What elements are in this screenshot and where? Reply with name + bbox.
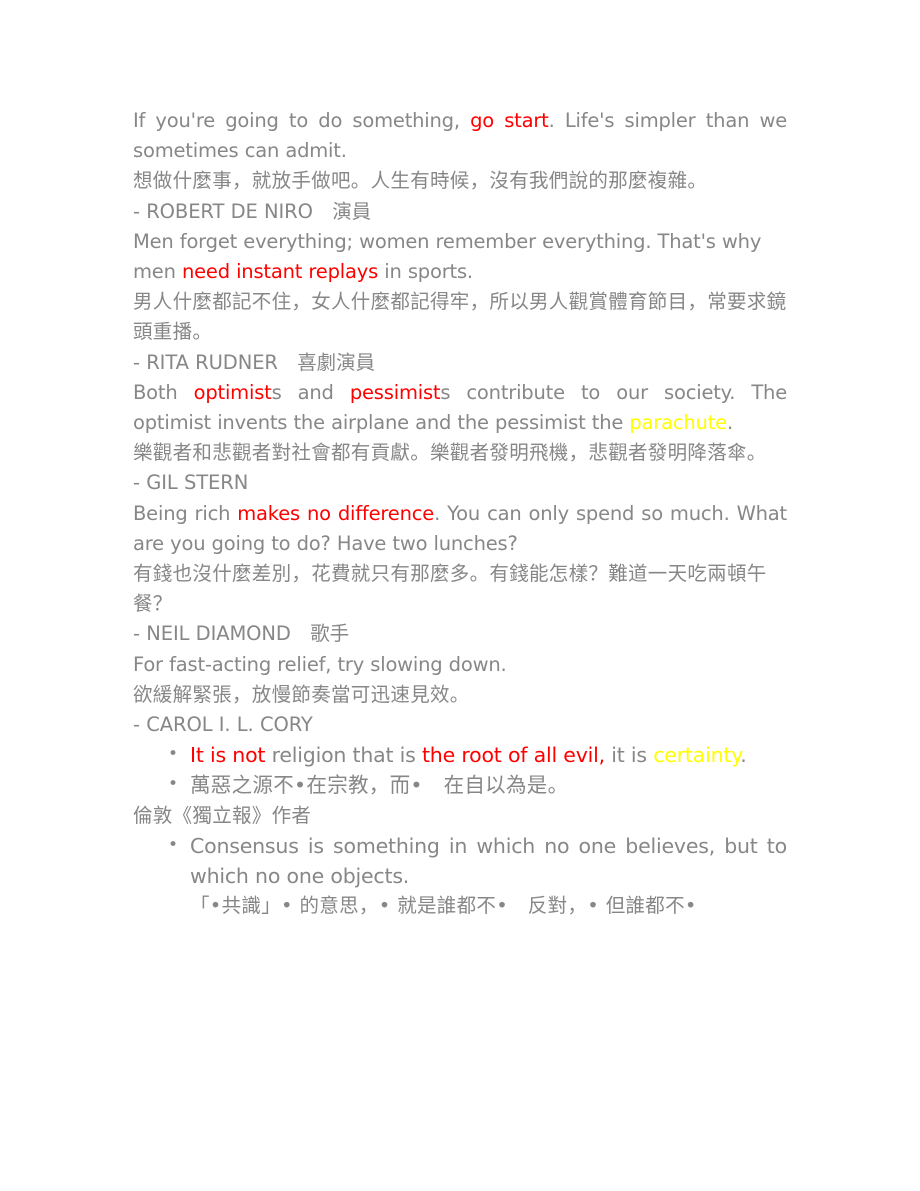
quote-text-segment: . bbox=[726, 411, 733, 435]
attribution-rudner: - RITA RUDNER 喜劇演員 bbox=[133, 350, 375, 374]
list-item: It is not religion that is the root of a… bbox=[168, 739, 787, 770]
list-item: 萬惡之源不•在宗教，而• 在自以為是。 bbox=[168, 769, 787, 800]
quote-chinese-rudner: 男人什麼都記不住，女人什麼都記得牢，所以男人觀賞體育節目，常要求鏡頭重播。 bbox=[133, 290, 787, 344]
list-text-segment: it is bbox=[604, 743, 654, 768]
quote-english-de-niro: If you're going to do something, go star… bbox=[133, 106, 787, 166]
highlight-red-optimist: optimist bbox=[193, 380, 272, 404]
source-attribution-independent: 倫敦《獨立報》作者 bbox=[133, 803, 312, 827]
bullet-list-consensus: Consensus is something in which no one b… bbox=[133, 830, 787, 891]
attribution-gil-stern: - GIL STERN bbox=[133, 471, 249, 495]
quote-text-segment: in sports. bbox=[378, 260, 473, 284]
bullet-list-certainty: It is not religion that is the root of a… bbox=[133, 739, 787, 800]
quote-english-carol-cory: For fast-acting relief, try slowing down… bbox=[133, 652, 507, 676]
quote-text-segment: s and bbox=[271, 380, 350, 404]
highlight-red-go-start: go start bbox=[470, 109, 549, 132]
document-body: If you're going to do something, go star… bbox=[133, 106, 787, 921]
attribution-de-niro: - ROBERT DE NIRO 演員 bbox=[133, 199, 372, 223]
list-item-chinese-consensus: 「•共識」• 的意思，• 就是誰都不• 反對，• 但誰都不• bbox=[190, 894, 697, 918]
attribution-carol-cory: - CAROL I. L. CORY bbox=[133, 713, 313, 737]
quote-text-segment: Being rich bbox=[133, 501, 238, 525]
quote-english-gil-stern: Both optimists and pessimists contribute… bbox=[133, 378, 787, 438]
quote-chinese-carol-cory: 欲緩解緊張，放慢節奏當可迅速見效。 bbox=[133, 682, 470, 706]
highlight-red-instant-replays: need instant replays bbox=[181, 260, 379, 284]
quote-text-segment: If you're going to do something, bbox=[133, 109, 471, 132]
highlight-red-no-difference: makes no difference bbox=[237, 501, 435, 525]
quote-english-neil-diamond: Being rich makes no difference. You can … bbox=[133, 499, 787, 559]
list-item: Consensus is something in which no one b… bbox=[168, 830, 787, 891]
highlight-red-root-of-all-evil: the root of all evil, bbox=[421, 743, 605, 768]
quote-chinese-gil-stern: 樂觀者和悲觀者對社會都有貢獻。樂觀者發明飛機，悲觀者發明降落傘。 bbox=[133, 441, 767, 465]
quote-chinese-neil-diamond: 有錢也沒什麼差別，花費就只有那麼多。有錢能怎樣？難道一天吃兩頓午餐？ bbox=[133, 562, 767, 616]
highlight-red-pessimist: pessimist bbox=[349, 380, 441, 404]
highlight-yellow-certainty: certainty bbox=[653, 743, 741, 768]
highlight-red-it-is-not: It is not bbox=[190, 743, 266, 768]
attribution-neil-diamond: - NEIL DIAMOND 歌手 bbox=[133, 622, 350, 646]
list-text-segment: religion that is bbox=[265, 743, 422, 768]
quote-english-rudner: Men forget everything; women remember ev… bbox=[133, 227, 787, 287]
quote-text-segment: Both bbox=[133, 380, 194, 404]
list-text-segment: . bbox=[740, 743, 747, 768]
highlight-yellow-parachute: parachute bbox=[629, 411, 727, 435]
document-page: If you're going to do something, go star… bbox=[0, 0, 920, 1191]
quote-chinese-de-niro: 想做什麼事，就放手做吧。人生有時候，沒有我們說的那麼複雜。 bbox=[133, 169, 708, 193]
